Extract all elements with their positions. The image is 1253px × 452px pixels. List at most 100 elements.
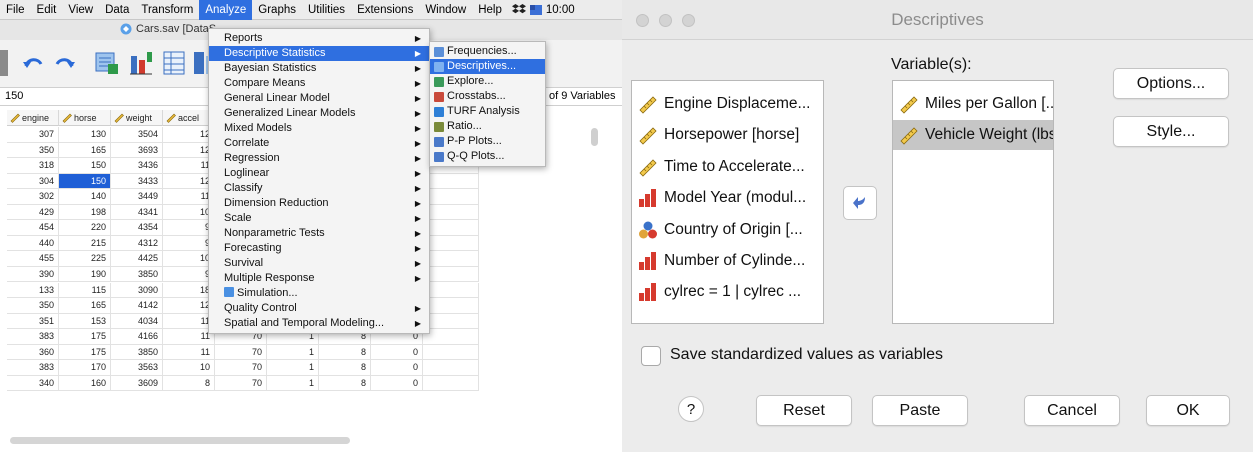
menu-item-compare-means[interactable]: Compare Means ▶	[209, 76, 429, 91]
table-cell[interactable]: 1	[267, 360, 319, 376]
menu-item-correlate[interactable]: Correlate ▶	[209, 136, 429, 151]
menu-item-generalized-linear-models[interactable]: Generalized Linear Models ▶	[209, 106, 429, 121]
table-cell[interactable]: 4142	[111, 298, 163, 314]
column-header[interactable]: horse	[59, 110, 111, 126]
menu-graphs[interactable]: Graphs	[252, 0, 302, 20]
table-cell[interactable]: 3436	[111, 158, 163, 174]
table-cell[interactable]: 165	[59, 142, 111, 159]
table-cell[interactable]: 150	[59, 158, 111, 174]
submenu-item-descriptives[interactable]: Descriptives...	[430, 59, 545, 74]
table-cell[interactable]: 0	[371, 375, 423, 392]
menu-view[interactable]: View	[62, 0, 99, 20]
variable-list-item[interactable]: Number of Cylinde...	[632, 246, 823, 276]
table-cell[interactable]: 302	[7, 189, 59, 205]
table-cell[interactable]: 318	[7, 158, 59, 174]
menu-item-quality-control[interactable]: Quality Control ▶	[209, 301, 429, 316]
table-cell[interactable]: 160	[59, 375, 111, 392]
menu-window[interactable]: Window	[419, 0, 472, 20]
table-cell[interactable]	[423, 189, 479, 205]
table-cell[interactable]: 429	[7, 204, 59, 221]
table-cell[interactable]: 1	[267, 375, 319, 392]
table-cell[interactable]: 8	[319, 375, 371, 392]
table-cell[interactable]: 3433	[111, 173, 163, 190]
table-cell[interactable]: 130	[59, 127, 111, 143]
table-cell[interactable]: 165	[59, 298, 111, 314]
vertical-scrollbar[interactable]	[591, 128, 598, 146]
menu-item-classify[interactable]: Classify ▶	[209, 181, 429, 196]
table-cell[interactable]: 454	[7, 220, 59, 236]
menu-transform[interactable]: Transform	[135, 0, 199, 20]
help-button[interactable]: ?	[678, 396, 704, 422]
table-cell[interactable]	[423, 173, 479, 190]
table-cell[interactable]: 70	[215, 360, 267, 376]
table-cell[interactable]: 390	[7, 266, 59, 283]
menu-item-forecasting[interactable]: Forecasting ▶	[209, 241, 429, 256]
table-cell[interactable]: 225	[59, 251, 111, 267]
table-cell[interactable]: 8	[163, 375, 215, 392]
table-cell[interactable]: 4166	[111, 329, 163, 345]
table-cell[interactable]: 1	[267, 344, 319, 361]
table-cell[interactable]: 351	[7, 313, 59, 330]
table-cell[interactable]: 3449	[111, 189, 163, 205]
table-cell[interactable]	[423, 220, 479, 236]
submenu-item-q-q-plots[interactable]: Q-Q Plots...	[430, 149, 545, 164]
table-cell[interactable]: 4312	[111, 235, 163, 252]
menu-item-regression[interactable]: Regression ▶	[209, 151, 429, 166]
open-icon[interactable]	[0, 50, 8, 76]
table-cell[interactable]	[423, 251, 479, 267]
save-standardized-checkbox[interactable]	[641, 346, 661, 366]
reset-button[interactable]: Reset	[756, 395, 852, 426]
table-cell[interactable]: 340	[7, 375, 59, 392]
style-button[interactable]: Style...	[1113, 116, 1229, 147]
table-cell[interactable]	[423, 298, 479, 314]
submenu-item-explore[interactable]: Explore...	[430, 74, 545, 89]
table-cell[interactable]: 215	[59, 235, 111, 252]
submenu-item-frequencies[interactable]: Frequencies...	[430, 44, 545, 59]
table-cell[interactable]	[423, 282, 479, 298]
table-cell[interactable]: 383	[7, 360, 59, 376]
table-cell[interactable]	[423, 266, 479, 283]
menu-item-mixed-models[interactable]: Mixed Models ▶	[209, 121, 429, 136]
table-cell[interactable]: 455	[7, 251, 59, 267]
menu-item-reports[interactable]: Reports ▶	[209, 31, 429, 46]
variable-list-item[interactable]: Engine Displaceme...	[632, 89, 823, 119]
options-button[interactable]: Options...	[1113, 68, 1229, 99]
cancel-button[interactable]: Cancel	[1024, 395, 1120, 426]
table-cell[interactable]: 3563	[111, 360, 163, 376]
table-cell[interactable]: 360	[7, 344, 59, 361]
menu-help[interactable]: Help	[472, 0, 508, 20]
table-cell[interactable]: 383	[7, 329, 59, 345]
table-cell[interactable]: 304	[7, 173, 59, 190]
table-cell[interactable]: 307	[7, 127, 59, 143]
table-cell[interactable]: 440	[7, 235, 59, 252]
table-cell[interactable]: 0	[371, 344, 423, 361]
submenu-item-turf-analysis[interactable]: TURF Analysis	[430, 104, 545, 119]
menu-item-scale[interactable]: Scale ▶	[209, 211, 429, 226]
menu-item-loglinear[interactable]: Loglinear ▶	[209, 166, 429, 181]
table-cell[interactable]	[423, 329, 479, 345]
variable-list-item[interactable]: Miles per Gallon [...	[893, 89, 1053, 119]
table-cell[interactable]: 350	[7, 298, 59, 314]
menu-item-multiple-response[interactable]: Multiple Response ▶	[209, 271, 429, 286]
table-cell[interactable]	[423, 204, 479, 221]
table-cell[interactable]: 4034	[111, 313, 163, 330]
variable-list-item[interactable]: Horsepower [horse]	[632, 120, 823, 150]
redo-icon[interactable]	[52, 50, 78, 76]
table-cell[interactable]: 4425	[111, 251, 163, 267]
table-cell[interactable]: 3693	[111, 142, 163, 159]
variable-list-item[interactable]: Country of Origin [...	[632, 215, 823, 245]
table-cell[interactable]: 190	[59, 266, 111, 283]
table-cell[interactable]: 3850	[111, 344, 163, 361]
selected-variable-list[interactable]: Miles per Gallon [... Vehicle Weight (lbs…	[892, 80, 1054, 324]
table-cell[interactable]: 140	[59, 189, 111, 205]
goto-variable-icon[interactable]	[128, 50, 154, 76]
variable-list-item[interactable]: Model Year (modul...	[632, 183, 823, 213]
table-cell[interactable]: 4341	[111, 204, 163, 221]
column-header[interactable]: weight	[111, 110, 163, 126]
table-cell[interactable]	[423, 344, 479, 361]
table-cell[interactable]: 3090	[111, 282, 163, 298]
table-cell[interactable]: 170	[59, 360, 111, 376]
table-cell[interactable]: 11	[163, 344, 215, 361]
menu-item-survival[interactable]: Survival ▶	[209, 256, 429, 271]
menu-edit[interactable]: Edit	[31, 0, 63, 20]
